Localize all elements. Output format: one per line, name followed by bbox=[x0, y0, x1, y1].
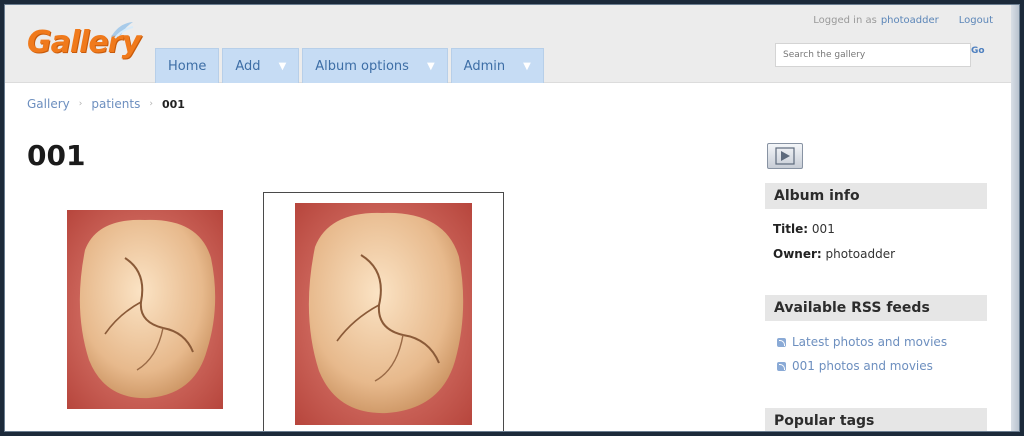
nav-home-label: Home bbox=[168, 58, 207, 74]
nav-add-label: Add bbox=[235, 58, 261, 74]
photo-thumbnail[interactable] bbox=[295, 203, 472, 425]
rss-link-label: 001 photos and movies bbox=[792, 359, 933, 373]
breadcrumb-separator: › bbox=[78, 99, 83, 109]
user-status: Logged in as photoadder Logout bbox=[813, 15, 993, 26]
breadcrumb: Gallery › patients › 001 bbox=[27, 97, 185, 111]
photo-thumbnail[interactable] bbox=[67, 210, 223, 409]
vertical-scrollbar[interactable] bbox=[1011, 5, 1019, 431]
nav-admin-label: Admin bbox=[463, 58, 506, 74]
chevron-down-icon: ▼ bbox=[523, 60, 531, 72]
breadcrumb-current: 001 bbox=[161, 97, 185, 111]
nav-add[interactable]: Add ▼ bbox=[222, 48, 300, 83]
album-title-line: Title: 001 bbox=[773, 222, 835, 236]
search-input[interactable]: Search the gallery bbox=[775, 43, 971, 67]
logged-in-prefix: Logged in as bbox=[813, 15, 877, 26]
username-link[interactable]: photoadder bbox=[881, 15, 939, 26]
nav-admin[interactable]: Admin ▼ bbox=[450, 48, 544, 83]
album-info-heading: Album info bbox=[765, 183, 987, 209]
rss-icon bbox=[777, 361, 786, 371]
slideshow-button[interactable] bbox=[767, 143, 803, 169]
rss-link-latest[interactable]: Latest photos and movies bbox=[777, 335, 947, 349]
search-go-button[interactable]: Go bbox=[971, 46, 985, 56]
breadcrumb-separator: › bbox=[149, 99, 153, 109]
page-title: 001 bbox=[27, 139, 86, 172]
nav-album-options[interactable]: Album options ▼ bbox=[302, 48, 448, 83]
owner-label: Owner: bbox=[773, 247, 822, 261]
rss-link-label: Latest photos and movies bbox=[792, 335, 948, 349]
title-label: Title: bbox=[773, 222, 809, 236]
album-owner-line: Owner: photoadder bbox=[773, 247, 895, 261]
main-nav: Home Add ▼ Album options ▼ Admin ▼ bbox=[155, 48, 544, 83]
popular-tags-heading: Popular tags bbox=[765, 408, 987, 431]
title-value: 001 bbox=[811, 222, 835, 236]
logout-link[interactable]: Logout bbox=[959, 15, 993, 26]
rss-icon bbox=[777, 337, 786, 347]
play-icon bbox=[775, 147, 795, 165]
logo-swoosh-icon bbox=[111, 22, 134, 39]
breadcrumb-gallery[interactable]: Gallery bbox=[27, 97, 70, 111]
rss-link-album[interactable]: 001 photos and movies bbox=[777, 359, 933, 373]
owner-value: photoadder bbox=[825, 247, 896, 261]
nav-album-options-label: Album options bbox=[315, 58, 409, 74]
nav-home[interactable]: Home bbox=[155, 48, 220, 83]
rss-feeds-heading: Available RSS feeds bbox=[765, 295, 987, 321]
breadcrumb-patients[interactable]: patients bbox=[91, 97, 140, 111]
chevron-down-icon: ▼ bbox=[278, 60, 287, 72]
browser-frame: Gallery Home Add ▼ Album options ▼ Admin… bbox=[4, 4, 1020, 432]
chevron-down-icon: ▼ bbox=[426, 60, 435, 72]
